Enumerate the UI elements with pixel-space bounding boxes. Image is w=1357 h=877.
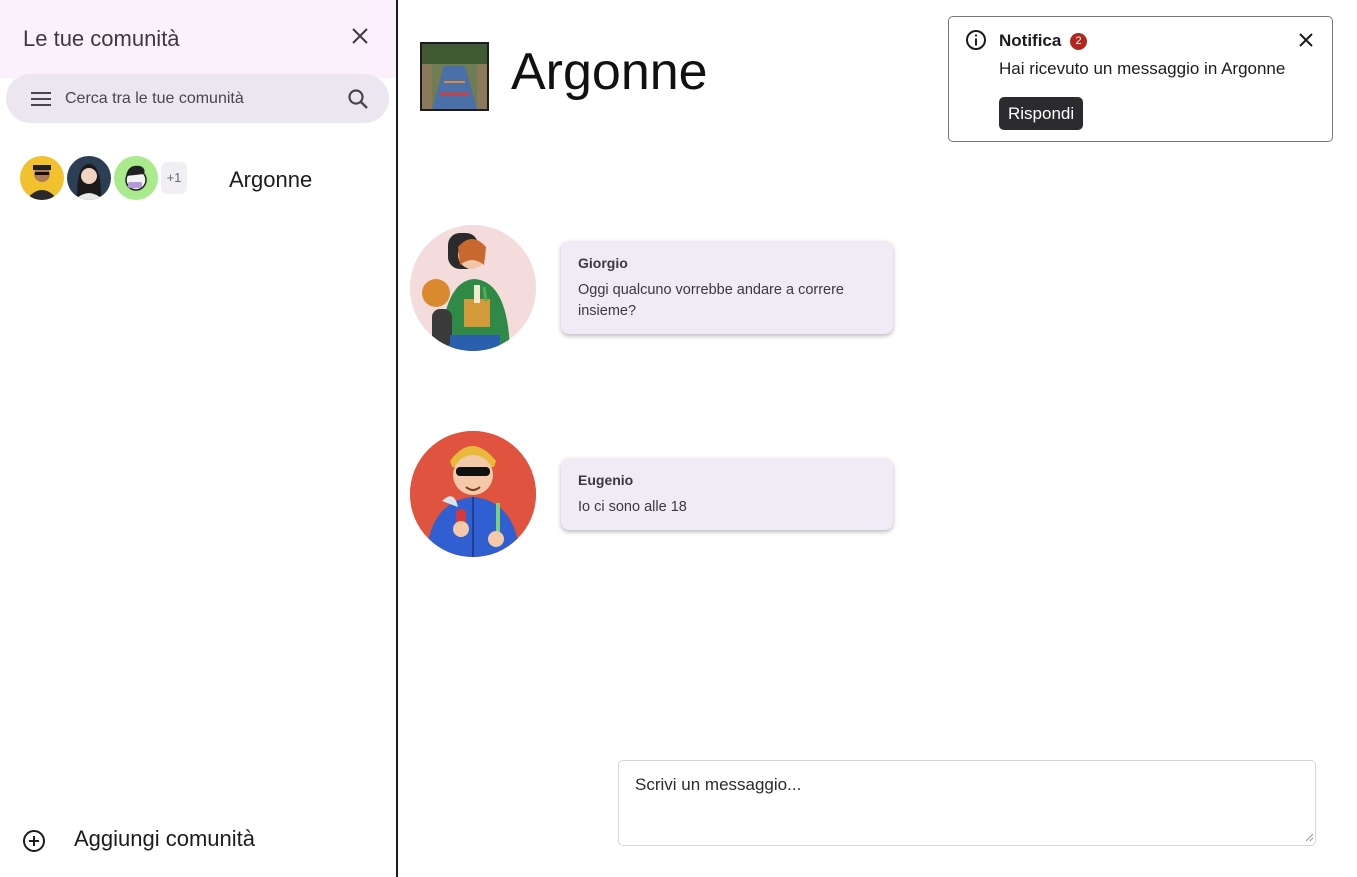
notification-title: Notifica bbox=[999, 31, 1062, 50]
notification-count-badge: 2 bbox=[1070, 33, 1087, 50]
menu-icon[interactable] bbox=[30, 88, 52, 110]
avatar bbox=[410, 225, 536, 351]
sidebar-header: Le tue comunità bbox=[0, 0, 396, 78]
message-bubble: Eugenio Io ci sono alle 18 bbox=[561, 458, 893, 530]
avatar bbox=[114, 156, 158, 200]
search-bar bbox=[6, 74, 389, 123]
reply-button[interactable]: Rispondi bbox=[999, 97, 1084, 130]
sidebar-title: Le tue comunità bbox=[23, 26, 180, 51]
add-community-label: Aggiungi comunità bbox=[74, 826, 256, 851]
add-circle-icon bbox=[23, 830, 45, 852]
app-window: Le tue comunità +1 Argonne Ag bbox=[0, 0, 1357, 877]
close-icon bbox=[1299, 33, 1313, 47]
resize-handle-icon[interactable] bbox=[1304, 832, 1314, 842]
notification-toast: Notifica 2 Hai ricevuto un messaggio in … bbox=[948, 16, 1333, 142]
community-item-argonne[interactable]: +1 Argonne bbox=[20, 156, 380, 202]
avatar bbox=[20, 156, 64, 200]
avatar bbox=[410, 431, 536, 557]
message-author: Giorgio bbox=[578, 255, 628, 271]
sidebar: Le tue comunità +1 Argonne Ag bbox=[0, 0, 398, 877]
message-text: Io ci sono alle 18 bbox=[578, 499, 687, 515]
room-thumbnail bbox=[420, 42, 489, 111]
notification-message: Hai ricevuto un messaggio in Argonne bbox=[999, 59, 1286, 78]
close-notification-button[interactable] bbox=[1294, 28, 1318, 52]
message-input[interactable] bbox=[618, 760, 1316, 846]
close-sidebar-button[interactable] bbox=[348, 24, 372, 48]
avatar bbox=[67, 156, 111, 200]
close-icon bbox=[352, 28, 368, 44]
room-title: Argonne bbox=[511, 43, 708, 101]
message-text: Oggi qualcuno vorrebbe andare a correre … bbox=[578, 282, 844, 319]
message-author: Eugenio bbox=[578, 472, 634, 488]
community-name: Argonne bbox=[229, 167, 313, 192]
search-icon[interactable] bbox=[346, 87, 370, 111]
message-bubble: Giorgio Oggi qualcuno vorrebbe andare a … bbox=[561, 241, 893, 334]
more-members-badge: +1 bbox=[161, 162, 187, 194]
search-input[interactable] bbox=[65, 86, 335, 112]
add-community-button[interactable]: Aggiungi comunità bbox=[20, 824, 320, 858]
info-icon bbox=[966, 30, 986, 50]
